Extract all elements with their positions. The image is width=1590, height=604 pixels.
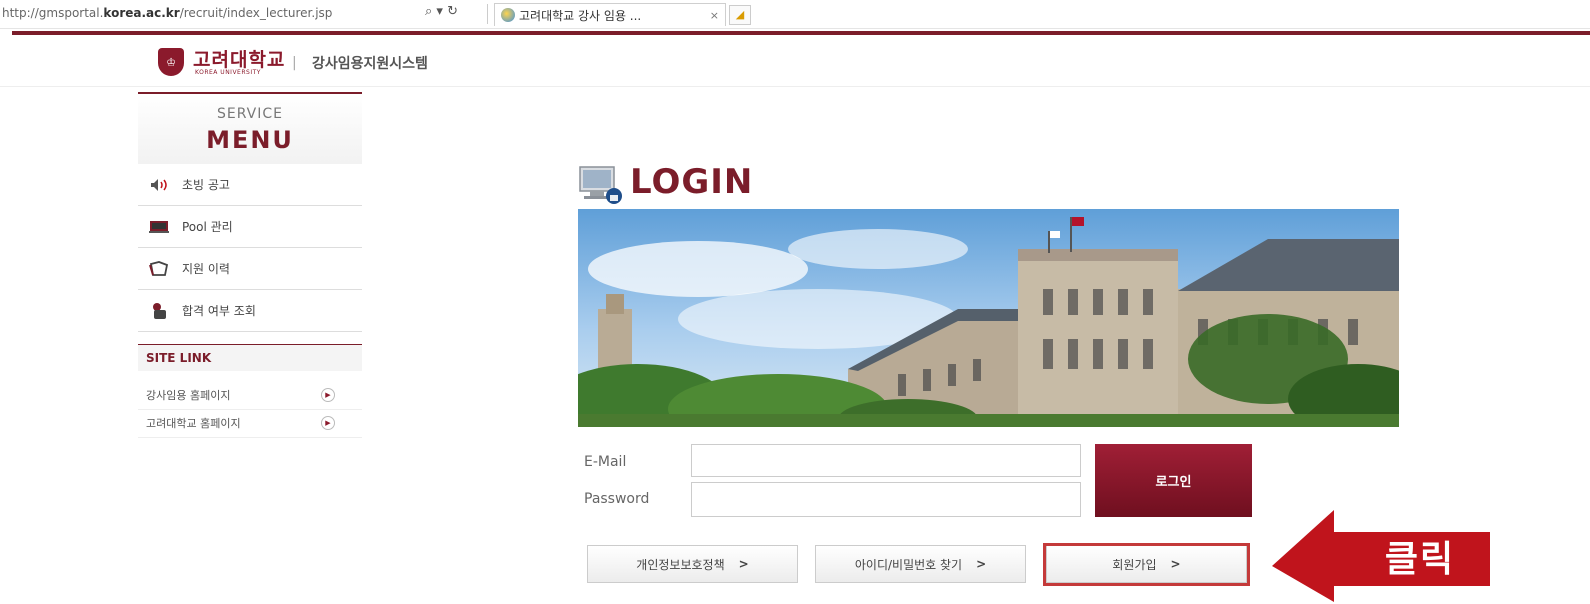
email-label: E-Mail xyxy=(584,454,627,470)
ie-icon xyxy=(501,8,515,22)
chevron-right-icon: > xyxy=(976,557,987,571)
play-arrow-icon: ▶ xyxy=(321,388,335,402)
hand-icon xyxy=(148,302,170,319)
close-tab-icon[interactable]: × xyxy=(710,9,719,22)
login-title: LOGIN xyxy=(630,162,754,202)
new-tab-icon[interactable]: ◢ xyxy=(729,5,751,25)
callout-label: 클릭 xyxy=(1384,539,1456,580)
browser-tab[interactable]: 고려대학교 강사 임용 ... × xyxy=(494,3,726,26)
campus-photo xyxy=(578,209,1399,427)
sidebar-item-history[interactable]: 지원 이력 xyxy=(138,248,362,290)
url-field[interactable]: http://gmsportal.korea.ac.kr/recruit/ind… xyxy=(2,6,332,20)
computer-lock-icon xyxy=(578,163,624,205)
folder-icon xyxy=(148,260,170,277)
privacy-policy-button[interactable]: 개인정보보호정책 > xyxy=(587,545,798,583)
site-link-title: SITE LINK xyxy=(146,351,212,365)
password-label: Password xyxy=(584,491,650,507)
sidebar-item-pool[interactable]: Pool 관리 xyxy=(138,206,362,248)
header-accent-line xyxy=(12,31,1590,35)
menu-title: MENU xyxy=(206,126,294,154)
service-menu-header: SERVICE MENU xyxy=(138,92,362,164)
chevron-right-icon: > xyxy=(738,557,749,571)
sidebar-item-label: 지원 이력 xyxy=(182,262,230,276)
browser-address-bar: http://gmsportal.korea.ac.kr/recruit/ind… xyxy=(0,0,1590,29)
university-emblem-icon[interactable]: ♔ xyxy=(158,48,184,76)
button-label: 아이디/비밀번호 찾기 xyxy=(854,557,963,572)
url-path: /recruit/index_lecturer.jsp xyxy=(179,6,333,20)
sidebar-item-result[interactable]: 합격 여부 조회 xyxy=(138,290,362,332)
sidebar-item-label: Pool 관리 xyxy=(182,220,233,234)
site-link-lecturer-home[interactable]: 강사임용 홈페이지 ▶ xyxy=(138,381,362,410)
logo-english: KOREA UNIVERSITY xyxy=(195,69,261,76)
play-arrow-icon: ▶ xyxy=(321,416,335,430)
sidebar-item-label: 합격 여부 조회 xyxy=(182,304,256,318)
speaker-icon xyxy=(148,177,170,193)
sidebar-item-label: 초빙 공고 xyxy=(182,178,230,192)
url-domain: korea.ac.kr xyxy=(103,6,180,20)
system-title: 강사임용지원시스템 xyxy=(312,56,428,72)
url-prefix: http://gmsportal. xyxy=(2,6,104,20)
site-link-university-home[interactable]: 고려대학교 홈페이지 ▶ xyxy=(138,409,362,438)
site-link-header: SITE LINK xyxy=(138,344,362,371)
header-divider xyxy=(0,86,1590,87)
find-id-password-button[interactable]: 아이디/비밀번호 찾기 > xyxy=(815,545,1026,583)
toolbar-divider xyxy=(487,4,488,24)
password-field[interactable] xyxy=(691,482,1081,517)
button-label: 개인정보보호정책 xyxy=(636,557,725,572)
signup-highlight-box xyxy=(1043,543,1250,586)
site-link-label: 고려대학교 홈페이지 xyxy=(146,417,241,430)
login-button[interactable]: 로그인 xyxy=(1095,444,1252,517)
header-separator: | xyxy=(292,55,297,71)
sidebar-item-job-posting[interactable]: 초빙 공고 xyxy=(138,164,362,206)
tab-title: 고려대학교 강사 임용 ... xyxy=(519,8,642,23)
email-field[interactable] xyxy=(691,444,1081,477)
site-link-label: 강사임용 홈페이지 xyxy=(146,389,231,402)
logo-korean[interactable]: 고려대학교 xyxy=(193,45,285,72)
monitor-icon xyxy=(148,219,170,235)
search-refresh-icon[interactable]: ⌕ ▾ ↻ xyxy=(425,4,458,19)
menu-subtitle: SERVICE xyxy=(216,106,284,122)
